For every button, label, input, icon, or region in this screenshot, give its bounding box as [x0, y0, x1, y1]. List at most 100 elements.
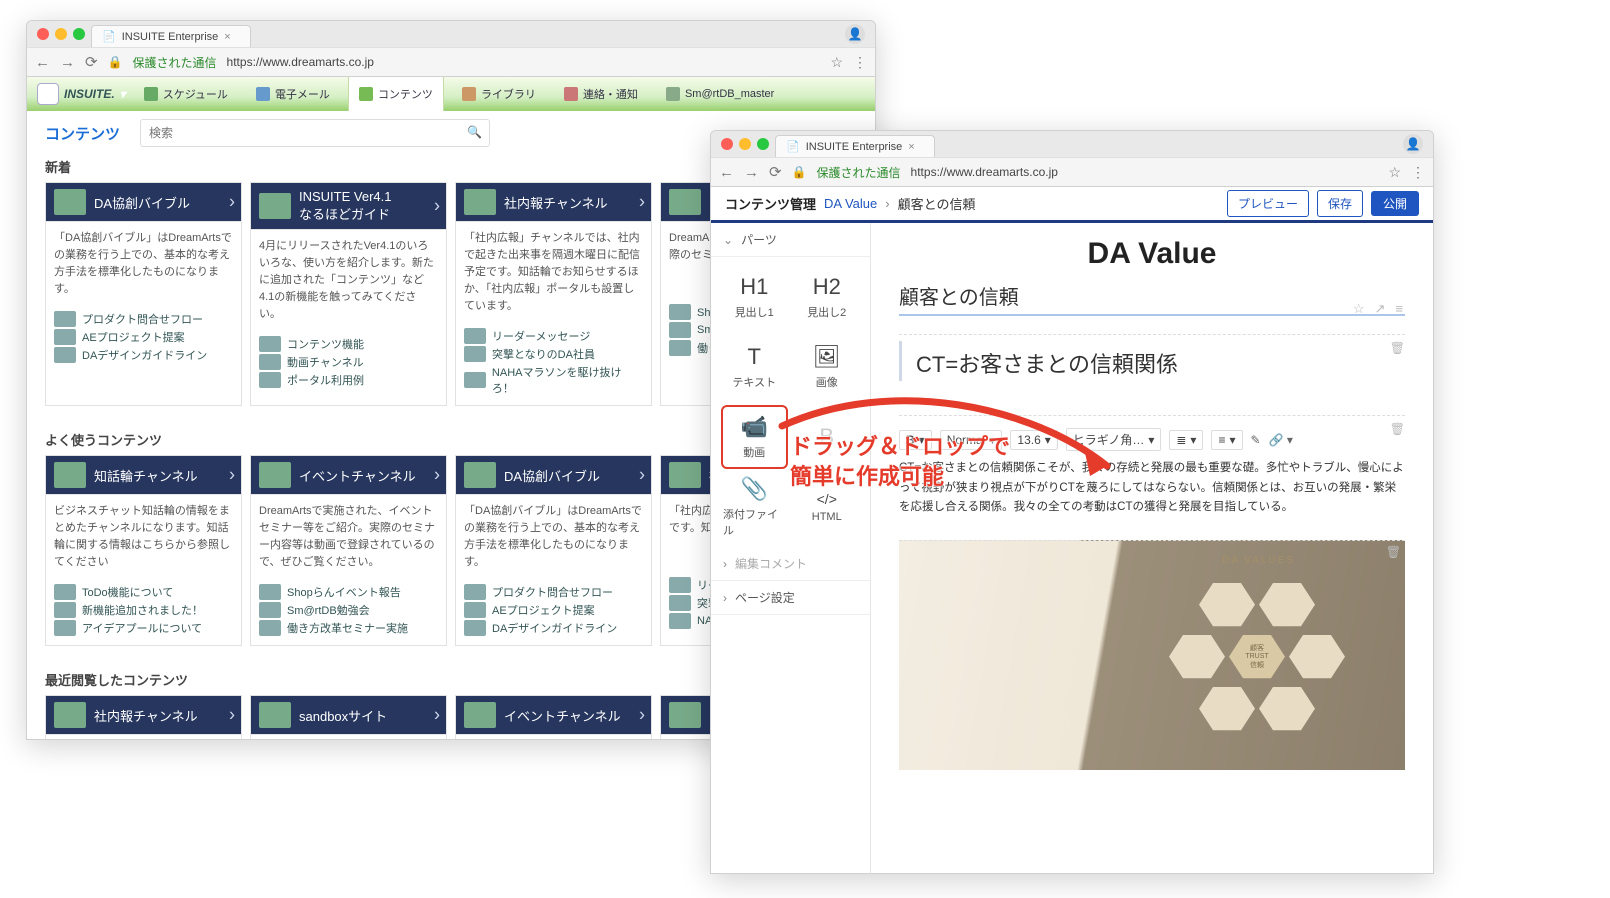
bookmark-star-icon[interactable]: ☆: [830, 54, 843, 71]
part-text[interactable]: Tテキスト: [723, 337, 786, 397]
card-link[interactable]: AEプロジェクト提案: [464, 601, 643, 619]
nav-schedule[interactable]: スケジュール: [134, 86, 238, 102]
content-card[interactable]: 社内報チャンネル›「社内広報」チャンネルでは、社内で起: [45, 695, 242, 740]
list-toggle[interactable]: ≣ ▾: [1169, 430, 1203, 450]
forward-icon[interactable]: →: [744, 164, 759, 181]
image-block[interactable]: 🗑 DA VALUES 顧客 TRUST 信頼: [899, 540, 1405, 770]
tab-close-icon[interactable]: ×: [224, 31, 230, 43]
quote-block[interactable]: 🗑 CT=お客さまとの信頼関係: [899, 334, 1405, 381]
card-link[interactable]: リーダーメッセージ: [464, 327, 643, 345]
minimize-dot[interactable]: [739, 138, 751, 150]
card-link[interactable]: NAHAマラソンを駆け抜けろ！: [464, 363, 643, 397]
chevron-down-icon: ⌄: [723, 233, 733, 247]
tab-close-icon[interactable]: ×: [908, 141, 914, 153]
minimize-dot[interactable]: [55, 28, 67, 40]
zoom-dot[interactable]: [757, 138, 769, 150]
more-icon[interactable]: ≡: [1395, 301, 1403, 317]
reload-icon[interactable]: ⟳: [85, 53, 98, 71]
card-link[interactable]: DAデザインガイドライン: [54, 346, 233, 364]
back-icon[interactable]: ←: [719, 164, 734, 181]
eyedropper-icon[interactable]: ✎: [1251, 433, 1261, 447]
card-thumb: [464, 189, 496, 215]
card-link[interactable]: 動画チャンネル: [259, 353, 438, 371]
content-card[interactable]: 知話輪チャンネル›ビジネスチャット知話輪の情報をまとめたチャンネルになります。知…: [45, 455, 242, 646]
part-image[interactable]: 🖼画像: [796, 337, 859, 397]
search-icon[interactable]: 🔍: [467, 125, 482, 139]
search-input[interactable]: [140, 119, 490, 147]
card-link[interactable]: プロダクト問合せフロー: [54, 310, 233, 328]
link-label: Sm@rtDB勉強会: [287, 602, 370, 618]
mail-icon: [256, 87, 270, 101]
content-card[interactable]: 社内報チャンネル›「社内広報」チャンネルでは、社内で起きた出来事を隔週木曜日に配…: [455, 182, 652, 406]
part-h2[interactable]: H2見出し2: [796, 267, 859, 327]
crumb-mid[interactable]: DA Value: [824, 196, 877, 211]
close-dot[interactable]: [721, 138, 733, 150]
side-page-settings[interactable]: ›ページ設定: [711, 581, 870, 615]
trash-icon[interactable]: 🗑: [1390, 341, 1405, 355]
trash-icon[interactable]: 🗑: [1386, 545, 1401, 559]
card-link[interactable]: DAデザインガイドライン: [464, 619, 643, 637]
content-card[interactable]: イベントチャンネル›DreamArtsで実施された、イベントセミナー等をご紹介。…: [250, 455, 447, 646]
save-button[interactable]: 保存: [1317, 190, 1363, 217]
card-link[interactable]: コンテンツ機能: [259, 335, 438, 353]
content-card[interactable]: INSUITE Ver4.1 なるほどガイド›4月にリリースされたVer4.1の…: [250, 182, 447, 406]
brand-icon: [37, 83, 59, 105]
card-desc: 「社内広報」チャンネルでは、社内で起きた出来事を隔週木曜日に配信予定です。知話輪…: [456, 221, 651, 323]
card-link[interactable]: ポータル利用例: [259, 371, 438, 389]
nav-mail[interactable]: 電子メール: [246, 86, 340, 102]
forward-icon[interactable]: →: [60, 54, 75, 71]
card-link[interactable]: プロダクト問合せフロー: [464, 583, 643, 601]
card-link[interactable]: アイデアプールについて: [54, 619, 233, 637]
browser-tab[interactable]: 📄 INSUITE Enterprise ×: [775, 135, 935, 157]
part-h1[interactable]: H1見出し1: [723, 267, 786, 327]
tab-favicon: 📄: [102, 30, 116, 43]
preview-button[interactable]: プレビュー: [1227, 190, 1309, 217]
card-link[interactable]: 新機能追加されました！: [54, 601, 233, 619]
publish-button[interactable]: 公開: [1371, 191, 1419, 216]
align-toggle[interactable]: ≡ ▾: [1211, 430, 1242, 450]
url-text[interactable]: https://www.dreamarts.co.jp: [911, 165, 1058, 179]
nav-notice[interactable]: 連絡・通知: [554, 86, 648, 102]
reload-icon[interactable]: ⟳: [769, 163, 782, 181]
content-card[interactable]: イベントチャンネル›DreamArtsで実施された、イベント: [455, 695, 652, 740]
nav-smartdb[interactable]: Sm@rtDB_master: [656, 87, 784, 101]
card-link[interactable]: 働き方改革セミナー実施: [259, 619, 438, 637]
trash-icon[interactable]: 🗑: [1390, 422, 1405, 436]
card-link[interactable]: Sm@rtDB勉強会: [259, 601, 438, 619]
link-thumb: [669, 613, 691, 629]
wall-label: DA VALUES: [1222, 555, 1295, 566]
side-edit-comment[interactable]: ›編集コメント: [711, 547, 870, 581]
zoom-dot[interactable]: [73, 28, 85, 40]
content-card[interactable]: DA協創バイブル›「DA協創バイブル」はDreamArtsでの業務を行う上での、…: [45, 182, 242, 406]
nav-contents[interactable]: コンテンツ: [348, 77, 444, 111]
card-thumb: [669, 462, 701, 488]
link-icon[interactable]: 🔗 ▾: [1269, 433, 1293, 447]
content-card[interactable]: sandboxサイト›コンテンツをちょっと試してみたい: [250, 695, 447, 740]
card-link[interactable]: ToDo機能について: [54, 583, 233, 601]
profile-avatar-icon[interactable]: 👤: [845, 24, 865, 44]
profile-avatar-icon[interactable]: 👤: [1403, 134, 1423, 154]
card-link[interactable]: Shopらんイベント報告: [259, 583, 438, 601]
card-title: 社内報チャンネル: [504, 193, 608, 212]
share-icon[interactable]: ↗: [1375, 301, 1386, 317]
nav-library[interactable]: ライブラリ: [452, 86, 546, 102]
kebab-menu-icon[interactable]: ⋮: [1411, 164, 1425, 181]
canvas-title[interactable]: DA Value: [899, 237, 1405, 271]
canvas-subtitle[interactable]: 顧客との信頼: [899, 281, 1405, 316]
brand-logo[interactable]: INSUITE. ▾: [37, 83, 126, 105]
browser-tab[interactable]: 📄 INSUITE Enterprise ×: [91, 25, 251, 47]
quote-text[interactable]: CT=お客さまとの信頼関係: [899, 341, 1405, 381]
side-parts-row[interactable]: ⌄パーツ: [711, 223, 870, 257]
card-link[interactable]: AEプロジェクト提案: [54, 328, 233, 346]
close-dot[interactable]: [37, 28, 49, 40]
window-chrome: 📄 INSUITE Enterprise × 👤: [711, 131, 1433, 157]
star-icon[interactable]: ☆: [1353, 301, 1365, 317]
card-thumb: [54, 189, 86, 215]
bookmark-star-icon[interactable]: ☆: [1388, 164, 1401, 181]
card-link[interactable]: 突撃となりのDA社員: [464, 345, 643, 363]
chevron-right-icon: ›: [639, 705, 645, 726]
kebab-menu-icon[interactable]: ⋮: [853, 54, 867, 71]
back-icon[interactable]: ←: [35, 54, 50, 71]
content-card[interactable]: DA協創バイブル›「DA協創バイブル」はDreamArtsでの業務を行う上での、…: [455, 455, 652, 646]
url-text[interactable]: https://www.dreamarts.co.jp: [227, 55, 374, 69]
